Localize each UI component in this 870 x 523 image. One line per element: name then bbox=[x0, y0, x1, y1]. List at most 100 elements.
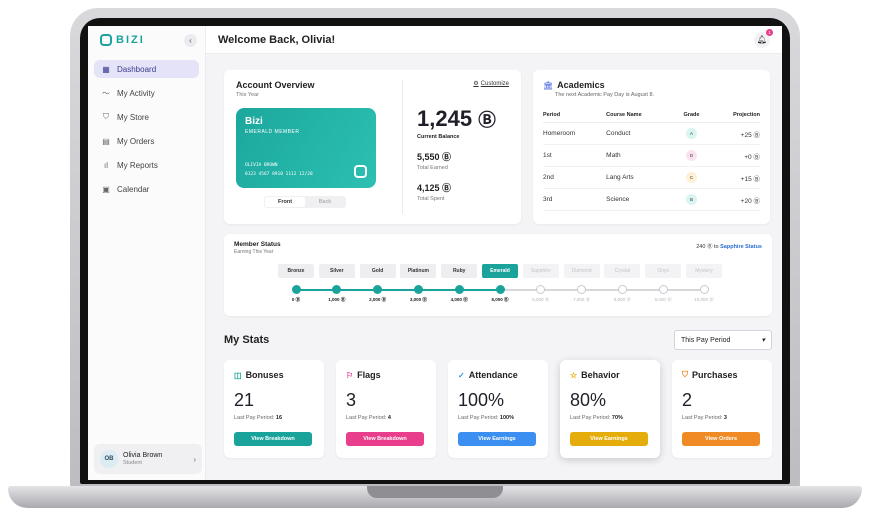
member-status-title: Member Status bbox=[234, 241, 281, 248]
member-status-subtitle: Earning This Year bbox=[234, 249, 274, 255]
next-tier-text: 240 Ⓑ to Sapphire Status bbox=[696, 244, 762, 250]
card-number: 0123 4567 8910 1112 12/28 bbox=[245, 172, 313, 177]
sidebar-item-my-reports[interactable]: ıl My Reports bbox=[94, 156, 199, 174]
period-select[interactable]: This Pay Period ▾ bbox=[674, 330, 772, 350]
nav-icon: ⛉ bbox=[103, 112, 109, 121]
table-row: 1st Math D +0 Ⓑ bbox=[543, 144, 761, 167]
tier-marker bbox=[413, 285, 423, 294]
account-subtitle: This Year bbox=[236, 92, 259, 98]
course-cell: Math bbox=[606, 144, 676, 167]
tier-amount: 6,000 Ⓑ bbox=[532, 297, 550, 302]
tier-marker bbox=[454, 285, 464, 294]
column-header: Projection bbox=[707, 108, 760, 123]
academics-card: 🏛︎ Academics The next Academic Pay Day i… bbox=[533, 70, 770, 224]
stat-title: Behavior bbox=[581, 370, 620, 380]
tier-marker bbox=[373, 285, 383, 294]
member-status-card: Member Status Earning This Year 240 Ⓑ to… bbox=[224, 234, 772, 316]
coin-icon: Ⓑ bbox=[753, 153, 761, 161]
grade-cell: C bbox=[675, 166, 708, 189]
card-brand: Bizi bbox=[245, 116, 263, 127]
sidebar-item-label: Dashboard bbox=[117, 64, 157, 74]
tier-track: Bronze 0 Ⓑ Silver 1,000 Ⓑ Gold 2,000 Ⓑ Platinu… bbox=[278, 264, 722, 308]
coin-icon: Ⓑ bbox=[753, 131, 761, 139]
coin-icon: Ⓑ bbox=[753, 175, 761, 183]
tier-label: Silver bbox=[318, 264, 355, 278]
current-balance: 1,245 Ⓑ bbox=[417, 106, 496, 131]
stat-action-button[interactable]: View Breakdown bbox=[346, 432, 424, 446]
tier-amount: 3,000 Ⓑ bbox=[409, 297, 427, 302]
sidebar-item-my-store[interactable]: ⛉ My Store bbox=[94, 108, 199, 126]
nav-icon: ▣ bbox=[102, 184, 110, 194]
stat-value: 3 bbox=[346, 390, 357, 410]
academics-table: Period Course Name Grade Projection Homeroo… bbox=[543, 108, 760, 211]
bizi-logo-icon bbox=[100, 34, 112, 46]
stat-last-period: Last Pay Period: 3 bbox=[682, 415, 727, 421]
tier-label: Platinum bbox=[400, 264, 437, 278]
stat-card-purchases: ⛉ Purchases 2 Last Pay Period: 3 View Orders bbox=[672, 360, 772, 458]
user-card[interactable]: OB Olivia Brown Student › bbox=[94, 444, 202, 474]
tier-amount: 2,000 Ⓑ bbox=[369, 297, 387, 302]
sidebar-item-calendar[interactable]: ▣ Calendar bbox=[94, 180, 199, 198]
card-back-button[interactable]: Back bbox=[305, 197, 345, 207]
stat-title: Flags bbox=[357, 370, 381, 380]
stat-action-button[interactable]: View Earnings bbox=[458, 432, 536, 446]
sidebar-item-dashboard[interactable]: ▦ Dashboard bbox=[94, 60, 199, 78]
page-title: Welcome Back, Olivia! bbox=[218, 33, 336, 46]
grade-cell: A bbox=[675, 122, 708, 145]
chevron-down-icon: ▾ bbox=[761, 337, 765, 344]
tier-amount: 4,000 Ⓑ bbox=[450, 297, 468, 302]
stat-action-button[interactable]: View Breakdown bbox=[234, 432, 312, 446]
tier-label: Gold bbox=[359, 264, 396, 278]
tier-amount: 7,000 Ⓑ bbox=[573, 297, 591, 302]
grade-cell: B bbox=[675, 188, 708, 211]
brand-name: BIZI bbox=[116, 34, 145, 46]
divider bbox=[402, 80, 403, 214]
coin-icon: Ⓑ bbox=[442, 183, 452, 193]
projection-cell: +0 Ⓑ bbox=[707, 144, 761, 167]
stat-action-button[interactable]: View Earnings bbox=[570, 432, 648, 446]
attendance-icon: ✓ bbox=[458, 370, 465, 380]
course-cell: Lang Arts bbox=[606, 166, 676, 189]
bell-icon: 🔔︎ bbox=[756, 35, 768, 44]
tier-marker bbox=[291, 285, 301, 294]
stat-card-bonuses: ◫ Bonuses 21 Last Pay Period: 16 View Breakd… bbox=[224, 360, 324, 458]
notifications-button[interactable]: 🔔︎ 1 bbox=[754, 28, 773, 48]
user-name: Olivia Brown bbox=[123, 452, 163, 459]
period-cell: 1st bbox=[543, 144, 607, 167]
sidebar-item-my-activity[interactable]: 〜 My Activity bbox=[94, 84, 199, 102]
nav-icon: 〜 bbox=[102, 88, 110, 98]
column-header: Period bbox=[543, 108, 607, 123]
grade-badge: C bbox=[685, 172, 697, 183]
table-row: 3rd Science B +20 Ⓑ bbox=[543, 188, 760, 211]
balance-label: Current Balance bbox=[417, 134, 460, 140]
user-role: Student bbox=[123, 460, 142, 466]
course-cell: Conduct bbox=[606, 122, 676, 145]
tier-marker bbox=[617, 285, 627, 294]
sidebar-item-label: My Reports bbox=[117, 160, 158, 170]
customize-link[interactable]: ⚙ Customize bbox=[473, 80, 509, 87]
total-earned: 5,550 Ⓑ bbox=[417, 152, 452, 162]
grade-badge: D bbox=[685, 150, 697, 161]
tier-ruby: Ruby 4,000 Ⓑ bbox=[441, 264, 478, 303]
projection-cell: +20 Ⓑ bbox=[707, 188, 760, 211]
tier-amount: 9,000 Ⓑ bbox=[654, 297, 672, 302]
member-card[interactable]: Bizi EMERALD MEMBER OLIVIA BROWN 0123 45… bbox=[236, 108, 376, 188]
bonuses-icon: ◫ bbox=[234, 370, 242, 380]
card-front-button[interactable]: Front bbox=[265, 197, 305, 207]
stat-title: Purchases bbox=[692, 370, 738, 380]
tier-gold: Gold 2,000 Ⓑ bbox=[359, 264, 396, 303]
tier-amount: 10,000 Ⓑ bbox=[694, 297, 714, 302]
stat-last-period: Last Pay Period: 4 bbox=[346, 415, 391, 421]
period-cell: 2nd bbox=[543, 166, 607, 189]
tier-marker bbox=[577, 285, 587, 294]
sidebar-item-label: Calendar bbox=[117, 184, 150, 194]
stat-value: 100% bbox=[458, 390, 505, 410]
stat-action-button[interactable]: View Orders bbox=[682, 432, 760, 446]
spent-label: Total Spent bbox=[417, 196, 445, 202]
tier-marker bbox=[536, 285, 546, 294]
sidebar-item-my-orders[interactable]: ▤ My Orders bbox=[94, 132, 199, 150]
collapse-sidebar-button[interactable]: ‹ bbox=[184, 33, 197, 47]
grade-badge: A bbox=[685, 128, 697, 139]
tier-label: Crystal bbox=[604, 264, 641, 278]
column-header: Grade bbox=[675, 108, 708, 123]
